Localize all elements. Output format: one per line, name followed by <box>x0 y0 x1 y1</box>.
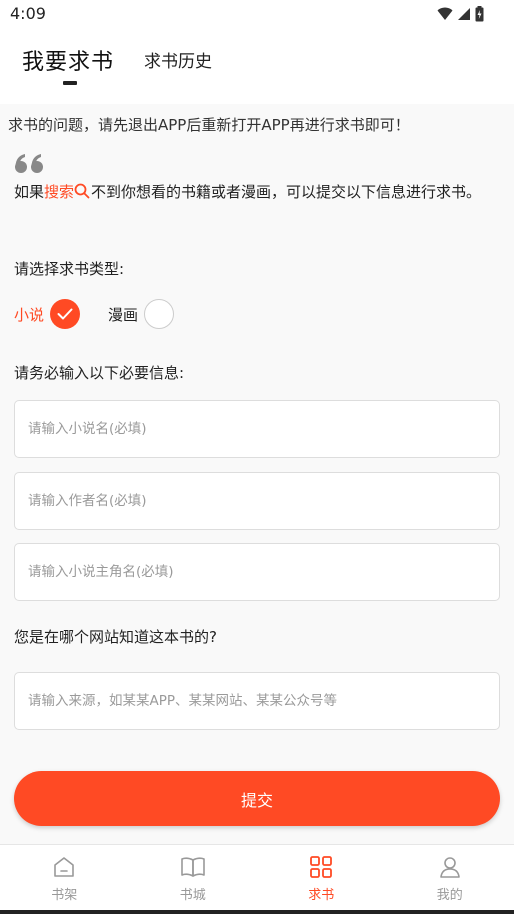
notice-marquee: 求书的问题，请先退出APP后重新打开APP再进行求书即可！ <box>8 116 410 134</box>
tab-indicator <box>63 81 77 85</box>
nav-label-profile: 我的 <box>436 888 463 903</box>
intro-search-link[interactable]: 搜索 <box>44 183 74 201</box>
battery-icon <box>475 6 484 22</box>
system-nav-bar <box>0 910 514 914</box>
status-icons <box>437 5 484 23</box>
bottom-nav: 书架 书城 求书 我的 <box>0 844 514 910</box>
type-novel-radio[interactable] <box>50 299 81 329</box>
quote-icon <box>15 154 43 173</box>
nav-item-request[interactable]: 求书 <box>257 845 386 910</box>
intro-before: 如果 <box>14 183 45 201</box>
signal-icon <box>458 8 470 20</box>
intro-text: 如果搜索 不到你想看的书籍或者漫画，可以提交以下信息进行求书。 <box>14 180 500 204</box>
required-info-label: 请务必输入以下必要信息: <box>14 364 185 382</box>
check-icon <box>57 308 73 320</box>
tab-request-history[interactable]: 求书历史 <box>144 47 212 72</box>
status-time: 4:09 <box>10 4 46 23</box>
header-tabs: 我要求书 求书历史 <box>0 28 514 100</box>
tab-request-book[interactable]: 我要求书 <box>22 44 114 76</box>
source-input[interactable] <box>14 672 500 730</box>
intro-after: 不到你想看的书籍或者漫画，可以提交以下信息进行求书。 <box>91 183 482 201</box>
nav-item-profile[interactable]: 我的 <box>386 845 514 910</box>
nav-label-bookstore: 书城 <box>179 888 206 903</box>
nav-item-bookshelf[interactable]: 书架 <box>0 845 129 910</box>
request-form-content: 求书的问题，请先退出APP后重新打开APP再进行求书即可！ 如果搜索 不到你想看的… <box>0 104 514 844</box>
person-icon <box>439 857 460 878</box>
grid-icon <box>310 856 333 878</box>
submit-button[interactable]: 提交 <box>14 771 500 826</box>
search-icon <box>74 183 90 199</box>
status-bar: 4:09 <box>0 0 514 28</box>
source-question-label: 您是在哪个网站知道这本书的? <box>14 628 217 646</box>
book-type-options: 小说 漫画 <box>14 298 175 330</box>
nav-label-bookshelf: 书架 <box>51 888 78 903</box>
type-comic-radio[interactable] <box>144 299 175 329</box>
wifi-icon <box>437 7 453 20</box>
book-icon <box>180 857 205 877</box>
nav-label-request: 求书 <box>308 888 335 903</box>
book-type-label: 请选择求书类型: <box>14 260 125 278</box>
protagonist-name-input[interactable] <box>14 543 500 601</box>
type-comic-label[interactable]: 漫画 <box>108 304 138 325</box>
novel-name-input[interactable] <box>14 400 500 458</box>
nav-item-bookstore[interactable]: 书城 <box>129 845 258 910</box>
home-icon <box>54 857 75 877</box>
type-novel-label[interactable]: 小说 <box>14 304 44 325</box>
author-name-input[interactable] <box>14 472 500 530</box>
